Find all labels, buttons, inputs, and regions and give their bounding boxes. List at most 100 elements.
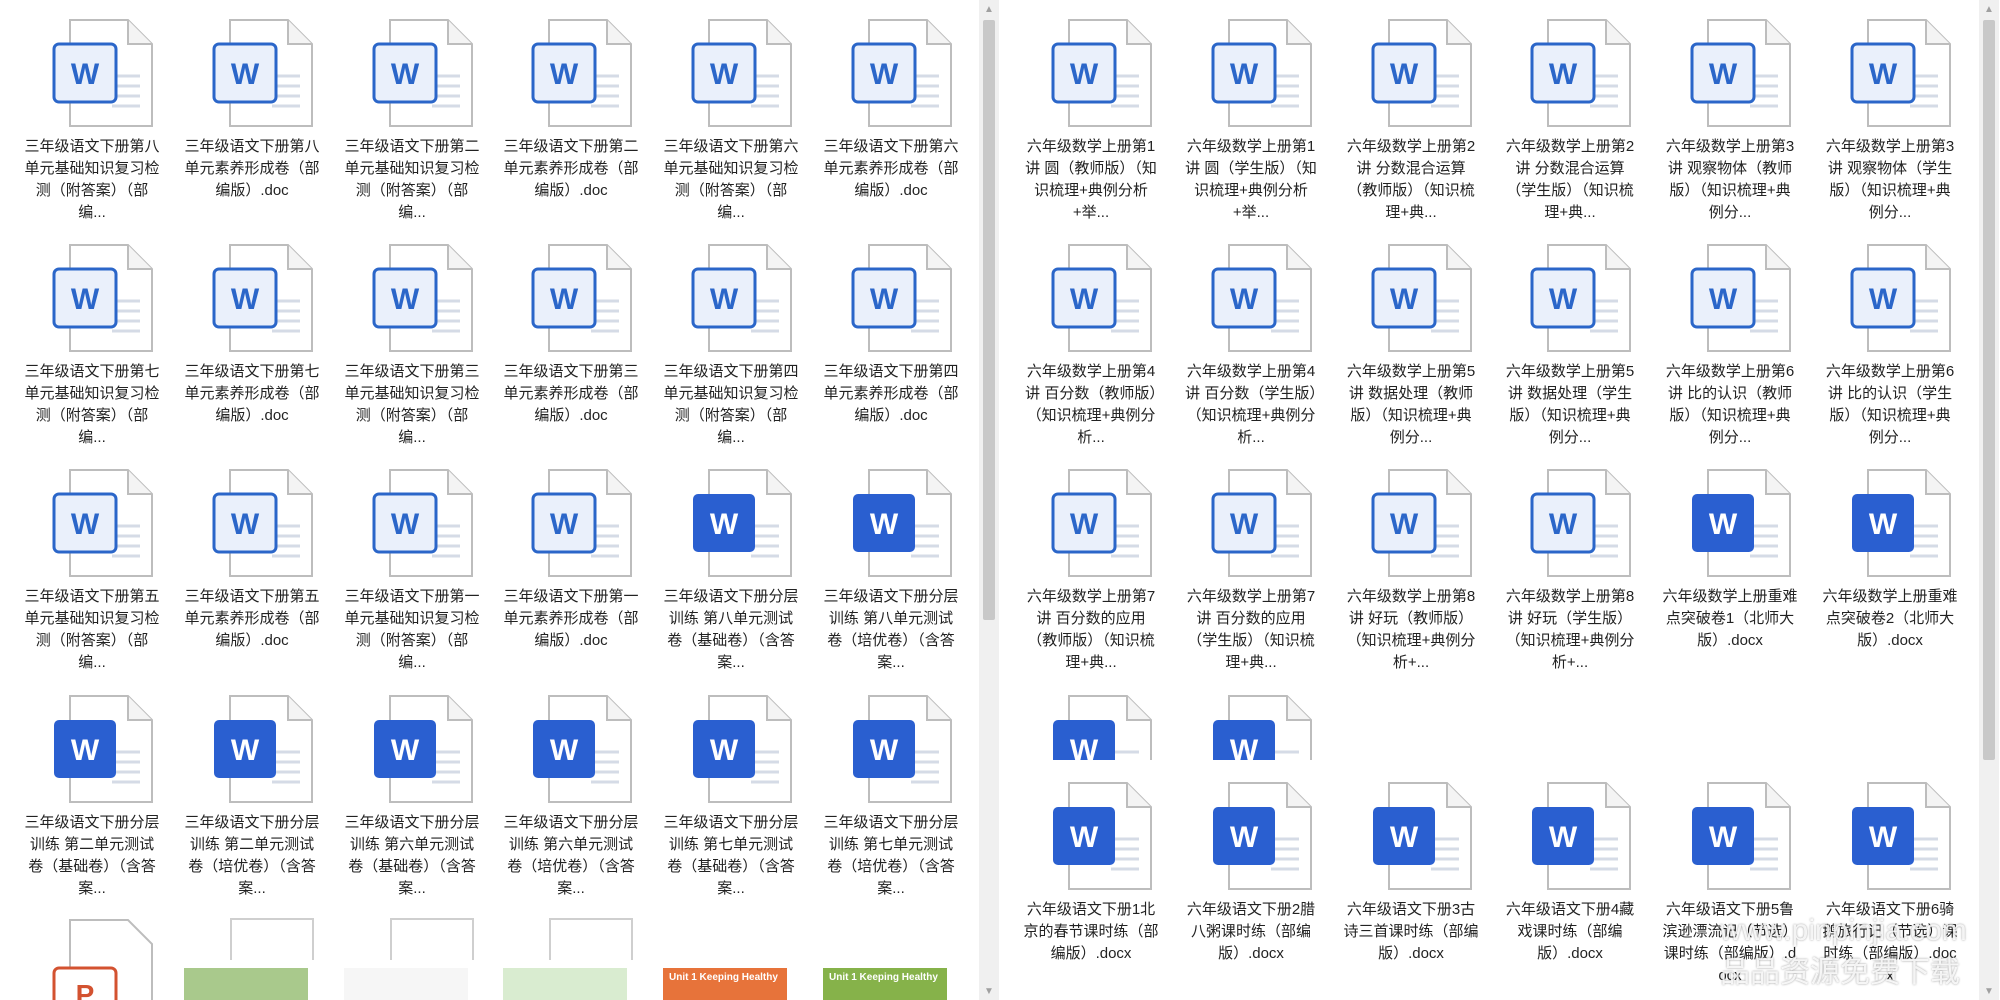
cropped-file-item[interactable]: W — [1023, 694, 1159, 760]
word-doc-icon: W — [1211, 468, 1313, 580]
word-doc-icon: W — [1371, 18, 1473, 130]
right-scrollbar[interactable]: ▲ ▼ — [1979, 0, 1999, 1000]
partial-file-icon — [230, 918, 314, 960]
word-doc-icon: W — [1211, 694, 1313, 760]
svg-text:W: W — [71, 58, 100, 91]
ppt-icon: P — [52, 919, 153, 1000]
file-name: 六年级语文下册1北京的春节课时练（部编版）.docx — [1023, 901, 1159, 962]
file-name: 三年级语文下册第七单元素养形成卷（部编版）.doc — [184, 363, 320, 424]
right-file-pane: W 六年级数学上册第1讲 圆（教师版）（知识梳理+典例分析+举... W 六年级数学上… — [999, 0, 1979, 1000]
svg-text:W: W — [870, 508, 899, 541]
word-doc-icon: W — [691, 18, 793, 130]
left-file-pane: W 三年级语文下册第八单元基础知识复习检测（附答案）（部编... W 三年级语文下册第… — [0, 0, 980, 1000]
word-doc-icon: W — [851, 468, 953, 580]
file-name: 六年级数学上册第1讲 圆（教师版）（知识梳理+典例分析+举... — [1025, 138, 1157, 221]
file-name: 三年级语文下册分层训练 第七单元测试卷（培优卷）（含答案... — [823, 814, 959, 897]
ppt-thumbnail[interactable]: Unit 1 Keeping Healthy — [663, 968, 787, 1000]
file-name: 六年级数学上册第8讲 好玩（学生版）（知识梳理+典例分析+... — [1505, 588, 1635, 671]
file-name: 三年级语文下册第五单元基础知识复习检测（附答案）（部编... — [24, 588, 160, 671]
svg-text:W: W — [1709, 283, 1738, 316]
file-name: 六年级数学上册第7讲 百分数的应用（教师版）（知识梳理+典... — [1026, 588, 1156, 671]
file-name: 六年级数学上册第3讲 观察物体（教师版）（知识梳理+典例分... — [1665, 138, 1795, 221]
svg-text:W: W — [1230, 58, 1259, 91]
ppt-thumbnail[interactable] — [184, 968, 308, 1000]
word-doc-icon: W — [1371, 243, 1473, 355]
svg-text:W: W — [1709, 508, 1738, 541]
scroll-thumb[interactable] — [1983, 20, 1995, 760]
svg-text:W: W — [1390, 58, 1419, 91]
file-name: 六年级数学上册第3讲 观察物体（学生版）（知识梳理+典例分... — [1825, 138, 1955, 221]
scroll-thumb[interactable] — [983, 20, 995, 620]
file-name: 三年级语文下册第八单元基础知识复习检测（附答案）（部编... — [24, 138, 160, 221]
file-name: 六年级数学上册第2讲 分数混合运算（学生版）（知识梳理+典... — [1505, 138, 1635, 221]
ppt-thumbnail[interactable] — [503, 968, 627, 1000]
svg-text:W: W — [1709, 821, 1738, 854]
file-name: 三年级语文下册分层训练 第六单元测试卷（培优卷）（含答案... — [503, 814, 639, 897]
partial-file-icon — [390, 918, 474, 960]
file-name: 六年级数学上册第6讲 比的认识（学生版）（知识梳理+典例分... — [1825, 363, 1955, 446]
word-doc-icon: W — [1530, 243, 1632, 355]
word-doc-icon: W — [1850, 468, 1952, 580]
file-name: 三年级语文下册第二单元基础知识复习检测（附答案）（部编... — [344, 138, 480, 221]
word-doc-icon: W — [52, 18, 154, 130]
file-name: 三年级语文下册第一单元基础知识复习检测（附答案）（部编... — [344, 588, 480, 671]
file-name: 六年级数学上册第5讲 数据处理（教师版）（知识梳理+典例分... — [1346, 363, 1476, 446]
svg-text:P: P — [76, 979, 95, 1000]
file-name: 三年级语文下册第三单元素养形成卷（部编版）.doc — [503, 363, 639, 424]
word-doc-icon: W — [52, 468, 154, 580]
svg-text:W: W — [710, 283, 739, 316]
svg-text:W: W — [1390, 821, 1419, 854]
word-doc-icon: W — [851, 18, 953, 130]
word-doc-icon: W — [531, 468, 633, 580]
file-name: 六年级数学上册第2讲 分数混合运算（教师版）（知识梳理+典... — [1346, 138, 1476, 221]
word-doc-icon: W — [212, 243, 314, 355]
svg-text:W: W — [1549, 821, 1578, 854]
scroll-up-arrow[interactable]: ▲ — [979, 0, 999, 18]
word-doc-icon: W — [1530, 468, 1632, 580]
word-doc-icon: W — [1690, 781, 1792, 893]
word-doc-icon: W — [851, 694, 953, 806]
word-doc-icon: W — [212, 468, 314, 580]
svg-text:W: W — [71, 283, 100, 316]
word-doc-icon: W — [1690, 468, 1792, 580]
svg-text:W: W — [391, 283, 420, 316]
scroll-up-arrow[interactable]: ▲ — [1979, 0, 1999, 18]
scroll-down-arrow[interactable]: ▼ — [979, 982, 999, 1000]
file-name: 三年级语文下册第六单元基础知识复习检测（附答案）（部编... — [663, 138, 799, 221]
word-doc-icon: W — [1211, 781, 1313, 893]
word-doc-icon: W — [1371, 468, 1473, 580]
word-doc-icon: W — [1051, 243, 1153, 355]
cropped-file-item[interactable]: W — [1183, 694, 1319, 760]
svg-text:W: W — [1070, 734, 1099, 760]
file-name: 三年级语文下册分层训练 第八单元测试卷（培优卷）（含答案... — [823, 588, 959, 671]
file-name: 六年级语文下册2腊八粥课时练（部编版）.docx — [1186, 901, 1316, 962]
file-name: 三年级语文下册分层训练 第六单元测试卷（基础卷）（含答案... — [344, 814, 480, 897]
word-doc-icon: W — [1850, 781, 1952, 893]
partial-file-icon — [549, 918, 633, 960]
word-doc-icon: W — [1530, 781, 1632, 893]
file-name: 三年级语文下册第四单元基础知识复习检测（附答案）（部编... — [663, 363, 799, 446]
svg-text:W: W — [550, 508, 579, 541]
svg-text:W: W — [391, 508, 420, 541]
svg-text:W: W — [550, 58, 579, 91]
file-name: 三年级语文下册第七单元基础知识复习检测（附答案）（部编... — [24, 363, 160, 446]
file-name: 三年级语文下册第八单元素养形成卷（部编版）.doc — [184, 138, 320, 199]
svg-text:W: W — [1549, 508, 1578, 541]
word-doc-icon: W — [1530, 18, 1632, 130]
word-doc-icon: W — [1850, 243, 1952, 355]
word-doc-icon: W — [531, 243, 633, 355]
ppt-thumbnail[interactable] — [344, 968, 468, 1000]
svg-text:W: W — [1070, 508, 1099, 541]
svg-text:W: W — [1390, 283, 1419, 316]
left-scrollbar[interactable]: ▲ ▼ — [979, 0, 999, 1000]
file-name: 六年级数学上册第8讲 好玩（教师版）（知识梳理+典例分析+... — [1346, 588, 1476, 671]
word-doc-icon: W — [1371, 781, 1473, 893]
ppt-thumbnail[interactable]: Unit 1 Keeping Healthy — [823, 968, 947, 1000]
file-name: 三年级语文下册第五单元素养形成卷（部编版）.doc — [184, 588, 320, 649]
svg-text:W: W — [231, 508, 260, 541]
svg-text:W: W — [1390, 508, 1419, 541]
svg-text:W: W — [231, 58, 260, 91]
svg-text:W: W — [870, 58, 899, 91]
file-name: 三年级语文下册第六单元素养形成卷（部编版）.doc — [823, 138, 959, 199]
word-doc-icon: W — [531, 694, 633, 806]
